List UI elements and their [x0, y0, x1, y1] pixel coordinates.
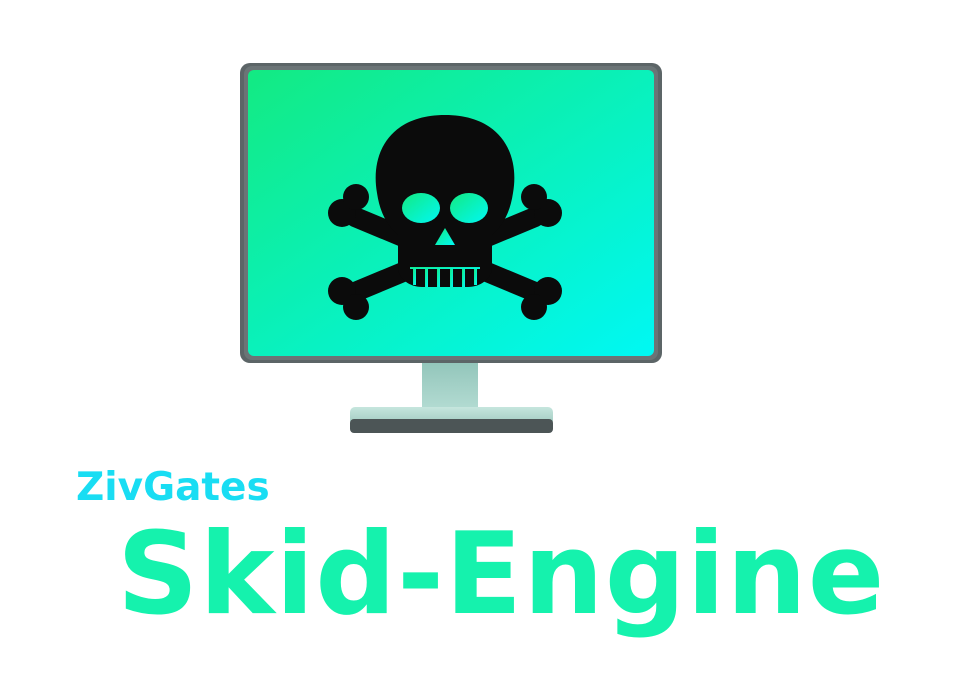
monitor-icon: [240, 63, 662, 433]
brand-large-text: Skid-Engine: [117, 508, 886, 640]
monitor-base: [350, 407, 553, 433]
monitor-stand: [422, 357, 478, 415]
brand-small-text: ZivGates: [76, 465, 270, 510]
logo: ZivGates Skid-Engine: [0, 0, 959, 693]
